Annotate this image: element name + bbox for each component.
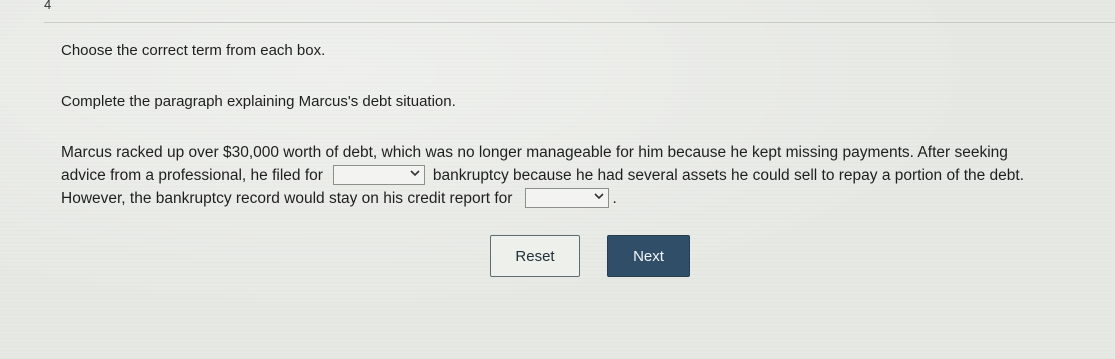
paragraph-line-3: However, the bankruptcy record would sta… bbox=[61, 187, 1101, 210]
credit-duration-dropdown[interactable] bbox=[525, 187, 610, 208]
prompt-text: Complete the paragraph explaining Marcus… bbox=[61, 93, 456, 110]
paragraph-line-1: Marcus racked up over $30,000 worth of d… bbox=[61, 144, 1008, 161]
instruction-text: Choose the correct term from each box. bbox=[61, 42, 326, 59]
question-number: 4 bbox=[44, 0, 52, 12]
line2-text-after: bankruptcy because he had several assets… bbox=[432, 167, 1025, 184]
divider bbox=[44, 22, 1115, 23]
paragraph-line-2: advice from a professional, he filed for… bbox=[61, 164, 1101, 187]
bankruptcy-type-dropdown[interactable] bbox=[332, 164, 425, 185]
line3-text-after: . bbox=[612, 190, 617, 207]
line3-text-before: However, the bankruptcy record would sta… bbox=[61, 190, 513, 207]
line2-text-before: advice from a professional, he filed for bbox=[61, 167, 323, 184]
chevron-down-icon bbox=[594, 193, 605, 200]
reset-button[interactable]: Reset bbox=[490, 235, 580, 277]
paragraph: Marcus racked up over $30,000 worth of d… bbox=[61, 141, 1101, 210]
chevron-down-icon bbox=[410, 170, 420, 177]
next-button[interactable]: Next bbox=[607, 235, 690, 277]
question-page: 4 Choose the correct term from each box.… bbox=[0, 0, 1115, 359]
